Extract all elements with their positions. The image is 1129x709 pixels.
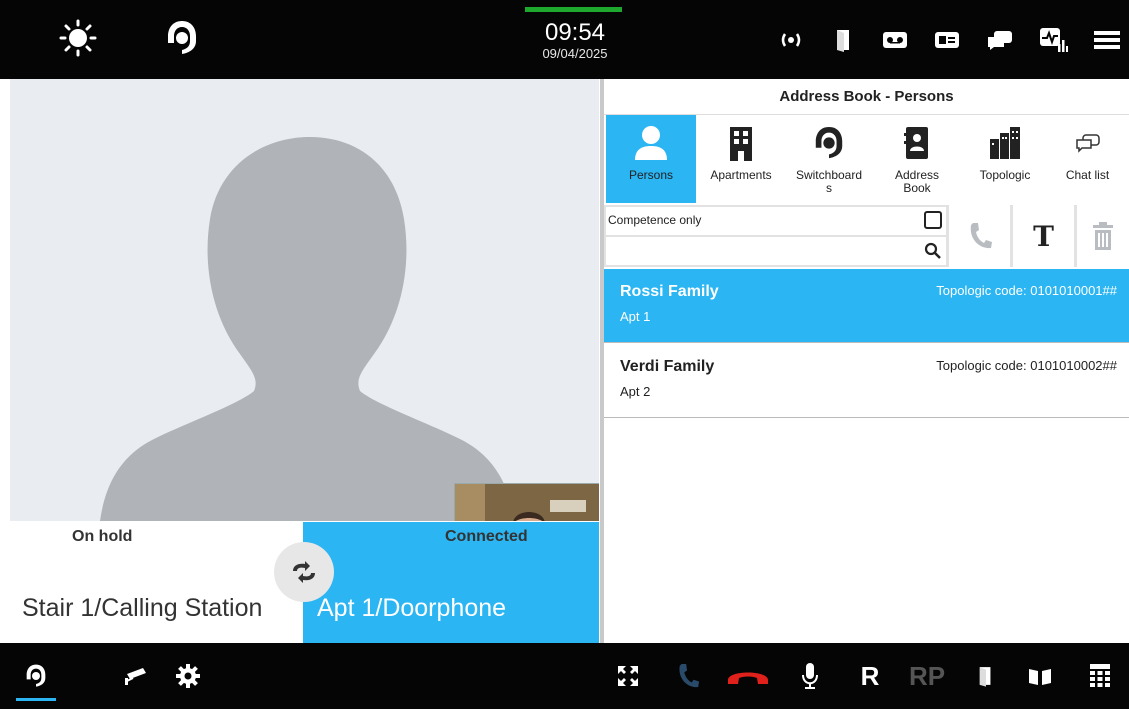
topologic-code-label: Topologic code:	[936, 283, 1027, 298]
topologic-code-value: 0101010002##	[1030, 358, 1117, 373]
tab-label: Apartments	[710, 168, 772, 182]
address-book-icon	[902, 121, 932, 165]
contact-name: Rossi Family	[620, 283, 719, 300]
gate-icon[interactable]	[1022, 643, 1058, 709]
recall-r-button[interactable]: R	[852, 643, 888, 709]
call-name: Apt 1/Doorphone	[317, 594, 507, 622]
topologic-code-value: 0101010001##	[1030, 283, 1117, 298]
call-status-label: Connected	[445, 528, 528, 545]
bottom-bar: R RP	[0, 643, 1129, 709]
operator-headset-icon[interactable]	[14, 643, 58, 709]
contact-row-rossi[interactable]: Rossi Family Apt 1 Topologic code: 01010…	[604, 269, 1129, 343]
person-icon	[631, 121, 671, 165]
delete-button[interactable]	[1077, 205, 1129, 267]
menu-icon[interactable]	[1092, 28, 1122, 52]
door-icon[interactable]	[832, 26, 856, 54]
phone-icon	[970, 223, 992, 249]
contact-row-verdi[interactable]: Verdi Family Apt 2 Topologic code: 01010…	[604, 344, 1129, 418]
switchboard-icon	[812, 121, 846, 165]
chat-list-icon	[1075, 121, 1101, 165]
competence-only-filter[interactable]: Competence only	[606, 207, 946, 235]
clock: 09:54 09/04/2025	[520, 20, 630, 62]
swap-calls-button[interactable]	[274, 542, 334, 602]
clock-date: 09/04/2025	[542, 46, 608, 61]
tab-label: Chat list	[1065, 168, 1110, 182]
self-view-thumbnail	[454, 483, 599, 521]
answer-call-icon[interactable]	[668, 643, 708, 709]
apartments-icon	[727, 121, 755, 165]
tab-label: Persons	[628, 168, 674, 182]
rp-button[interactable]: RP	[902, 643, 952, 709]
topologic-icon	[988, 121, 1022, 165]
tab-apartments[interactable]: Apartments	[696, 115, 786, 203]
text-icon: T	[1033, 219, 1054, 253]
search-icon[interactable]	[924, 242, 942, 260]
trash-icon	[1093, 222, 1113, 250]
competence-only-label: Competence only	[608, 213, 702, 227]
tab-address-book[interactable]: Address Book	[872, 115, 962, 203]
clock-time: 09:54	[544, 19, 606, 46]
address-book-panel: Address Book - Persons Persons Apartment…	[600, 79, 1129, 643]
search-box[interactable]	[606, 237, 946, 265]
panel-title: Address Book - Persons	[604, 79, 1129, 115]
hang-up-icon[interactable]	[724, 643, 772, 709]
operator-headset-icon[interactable]	[162, 18, 202, 58]
swap-calls-icon	[293, 561, 315, 583]
signal-icon[interactable]	[776, 28, 806, 52]
diagnostics-icon[interactable]	[1036, 24, 1070, 56]
fullscreen-icon[interactable]	[610, 643, 646, 709]
status-accent	[525, 7, 622, 12]
active-indicator	[16, 698, 56, 701]
call-contact-button[interactable]	[949, 205, 1010, 267]
on-hold-call[interactable]: On hold Stair 1/Calling Station	[10, 522, 303, 643]
person-placeholder-icon	[100, 137, 515, 521]
tab-label: Topologic	[979, 168, 1031, 182]
contact-apartment: Apt 1	[620, 309, 651, 324]
main-video	[10, 79, 599, 521]
text-message-button[interactable]: T	[1013, 205, 1074, 267]
topologic-code: Topologic code: 0101010001##	[936, 283, 1117, 298]
topologic-code-label: Topologic code:	[936, 358, 1027, 373]
chat-icon[interactable]	[984, 26, 1016, 54]
cctv-camera-icon[interactable]	[116, 643, 156, 709]
door-open-icon[interactable]	[968, 643, 1004, 709]
address-book-tabs: Persons Apartments Switchboard s Address…	[604, 115, 1129, 203]
contact-apartment: Apt 2	[620, 384, 651, 399]
brightness-icon[interactable]	[58, 18, 98, 58]
tab-label: Switchboard s	[795, 168, 863, 195]
connected-call[interactable]: Connected Apt 1/Doorphone	[303, 522, 599, 643]
keypad-icon[interactable]	[1082, 643, 1118, 709]
competence-checkbox[interactable]	[924, 211, 942, 229]
tab-switchboards[interactable]: Switchboard s	[784, 115, 874, 203]
top-bar: 09:54 09/04/2025	[0, 0, 1129, 79]
voicemail-icon[interactable]	[880, 26, 910, 54]
filter-bar: Competence only T	[604, 205, 1129, 267]
tab-persons[interactable]: Persons	[606, 115, 696, 203]
microphone-icon[interactable]	[792, 643, 828, 709]
tab-label: Address Book	[894, 168, 940, 195]
call-status-label: On hold	[72, 528, 133, 545]
topologic-code: Topologic code: 0101010002##	[936, 358, 1117, 373]
tab-topologic[interactable]: Topologic	[960, 115, 1050, 203]
settings-icon[interactable]	[168, 643, 208, 709]
contact-name: Verdi Family	[620, 358, 715, 375]
tab-chat-list[interactable]: Chat list	[1046, 115, 1129, 203]
call-name: Stair 1/Calling Station	[22, 594, 263, 622]
card-icon[interactable]	[932, 26, 962, 54]
